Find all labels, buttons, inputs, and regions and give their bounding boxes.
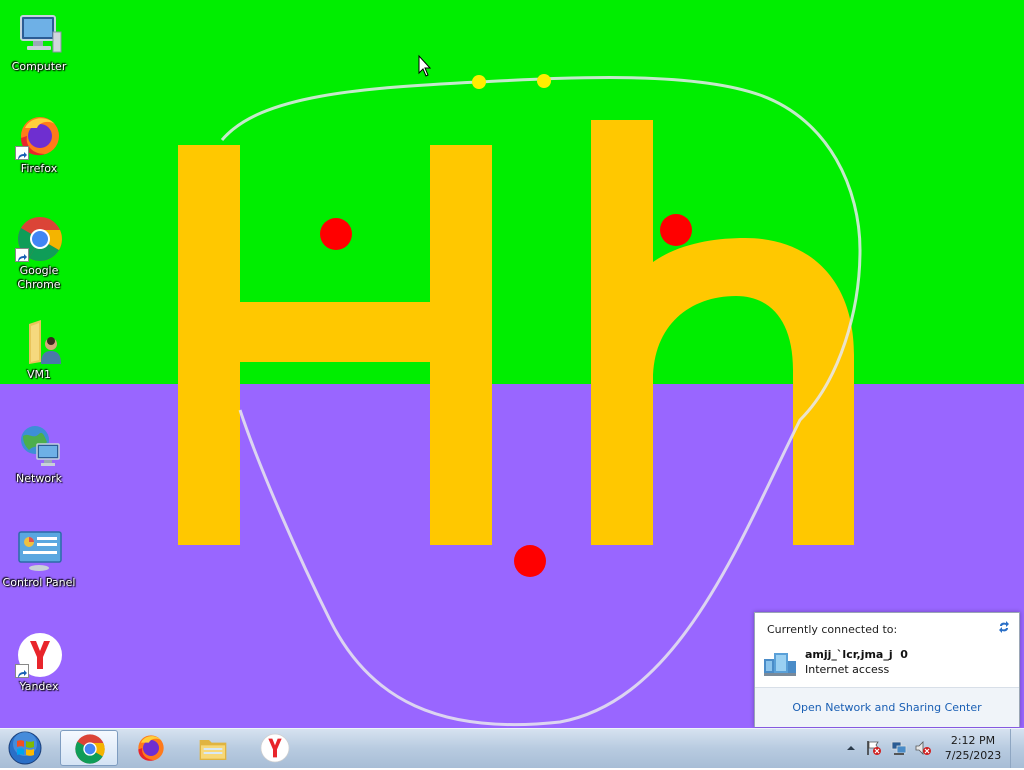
show-desktop-button[interactable]: [1010, 729, 1024, 768]
desktop-icon-control-panel[interactable]: Control Panel: [2, 526, 76, 590]
popup-heading: Currently connected to:: [767, 623, 898, 636]
desktop: Computer Firefox Google Chrome VM1 Netwo…: [0, 0, 1024, 728]
user-folder-icon: [15, 318, 63, 366]
taskbar: 2:12 PM 7/25/2023: [0, 728, 1024, 768]
network-icon[interactable]: [891, 740, 907, 756]
refresh-icon[interactable]: [997, 619, 1011, 633]
desktop-icon-vm1[interactable]: VM1: [2, 318, 76, 382]
desktop-icon-network[interactable]: Network: [2, 422, 76, 486]
network-connection-icon: [764, 649, 796, 677]
taskbar-explorer-button[interactable]: [184, 730, 242, 766]
desktop-icon-label: Firefox: [20, 162, 58, 175]
desktop-icon-label: Computer: [11, 60, 67, 73]
start-button[interactable]: [4, 730, 46, 766]
firefox-icon: [138, 735, 164, 761]
open-network-sharing-center-link[interactable]: Open Network and Sharing Center: [755, 701, 1019, 714]
clock-time: 2:12 PM: [950, 734, 996, 747]
desktop-icon-firefox[interactable]: Firefox: [2, 112, 76, 176]
windows-logo-icon: [8, 731, 42, 765]
desktop-icon-label: Control Panel: [2, 576, 76, 589]
shortcut-arrow-icon: [15, 146, 29, 160]
desktop-icon-computer[interactable]: Computer: [2, 10, 76, 74]
computer-icon: [15, 10, 63, 58]
desktop-icon-google-chrome[interactable]: Google Chrome: [2, 214, 76, 292]
desktop-icon-yandex[interactable]: Yandex: [2, 630, 76, 694]
yandex-icon: [15, 630, 63, 678]
chrome-icon: [15, 214, 63, 262]
connection-name: amjj_`lcr,jma_j 0: [805, 648, 908, 661]
control-panel-icon: [15, 526, 63, 574]
shortcut-arrow-icon: [15, 664, 29, 678]
connection-status: Internet access: [805, 663, 890, 676]
desktop-icon-label: Google Chrome: [17, 264, 61, 291]
popup-footer: Open Network and Sharing Center: [755, 687, 1019, 727]
clock-date: 7/25/2023: [944, 749, 1002, 762]
volume-muted-icon[interactable]: [915, 740, 931, 756]
desktop-icon-label: Yandex: [19, 680, 59, 693]
taskbar-firefox-button[interactable]: [122, 730, 180, 766]
network-icon: [15, 422, 63, 470]
desktop-icon-label: VM1: [26, 368, 51, 381]
taskbar-chrome-button[interactable]: [60, 730, 118, 766]
folder-icon: [199, 740, 227, 760]
yandex-icon: [260, 733, 290, 763]
network-status-popup: Currently connected to: amjj_`lcr,jma_j …: [754, 612, 1020, 727]
taskbar-yandex-button[interactable]: [246, 730, 304, 766]
show-hidden-icons-arrow[interactable]: [845, 740, 861, 756]
chrome-icon: [75, 734, 105, 764]
firefox-icon: [15, 112, 63, 160]
shortcut-arrow-icon: [15, 248, 29, 262]
desktop-icon-label: Network: [16, 472, 62, 485]
system-clock[interactable]: 2:12 PM 7/25/2023: [940, 733, 1006, 763]
action-center-flag-icon[interactable]: [866, 740, 882, 756]
